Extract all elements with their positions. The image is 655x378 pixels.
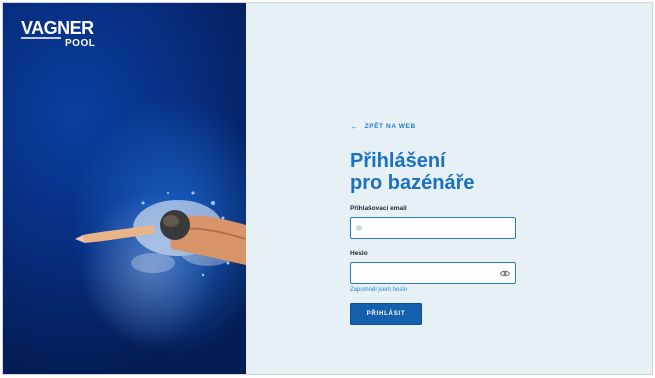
password-label: Heslo	[350, 250, 368, 257]
page-title: Přihlášení pro bazénáře	[350, 150, 520, 194]
email-label: Přihlašovací email	[350, 205, 407, 212]
password-field[interactable]	[350, 262, 516, 284]
arrow-left-icon: ←	[350, 122, 359, 131]
svg-text:POOL: POOL	[65, 38, 95, 49]
login-button[interactable]: PŘIHLÁSIT	[350, 303, 422, 325]
svg-text:VAGNER: VAGNER	[21, 18, 94, 38]
back-to-web-link[interactable]: ← ZPĚT NA WEB	[350, 122, 520, 131]
forgot-password-link[interactable]: Zapomněl jsem heslo	[350, 287, 520, 293]
show-password-icon[interactable]	[500, 269, 510, 278]
login-window: VAGNER POOL ← ZPĚT NA WEB Přihlášení pro…	[2, 2, 653, 375]
title-line-1: Přihlášení	[350, 150, 446, 172]
login-form: ← ZPĚT NA WEB Přihlášení pro bazénáře Př…	[350, 122, 520, 325]
back-to-web-label: ZPĚT NA WEB	[364, 123, 416, 130]
swimmer-photo: VAGNER POOL	[3, 3, 246, 374]
vagner-pool-logo: VAGNER POOL	[21, 18, 95, 49]
email-field[interactable]	[350, 217, 516, 239]
login-panel: ← ZPĚT NA WEB Přihlášení pro bazénáře Př…	[246, 3, 652, 374]
email-field-icon	[356, 225, 362, 231]
title-line-2: pro bazénáře	[350, 172, 475, 194]
swimmer-illustration	[75, 191, 246, 277]
